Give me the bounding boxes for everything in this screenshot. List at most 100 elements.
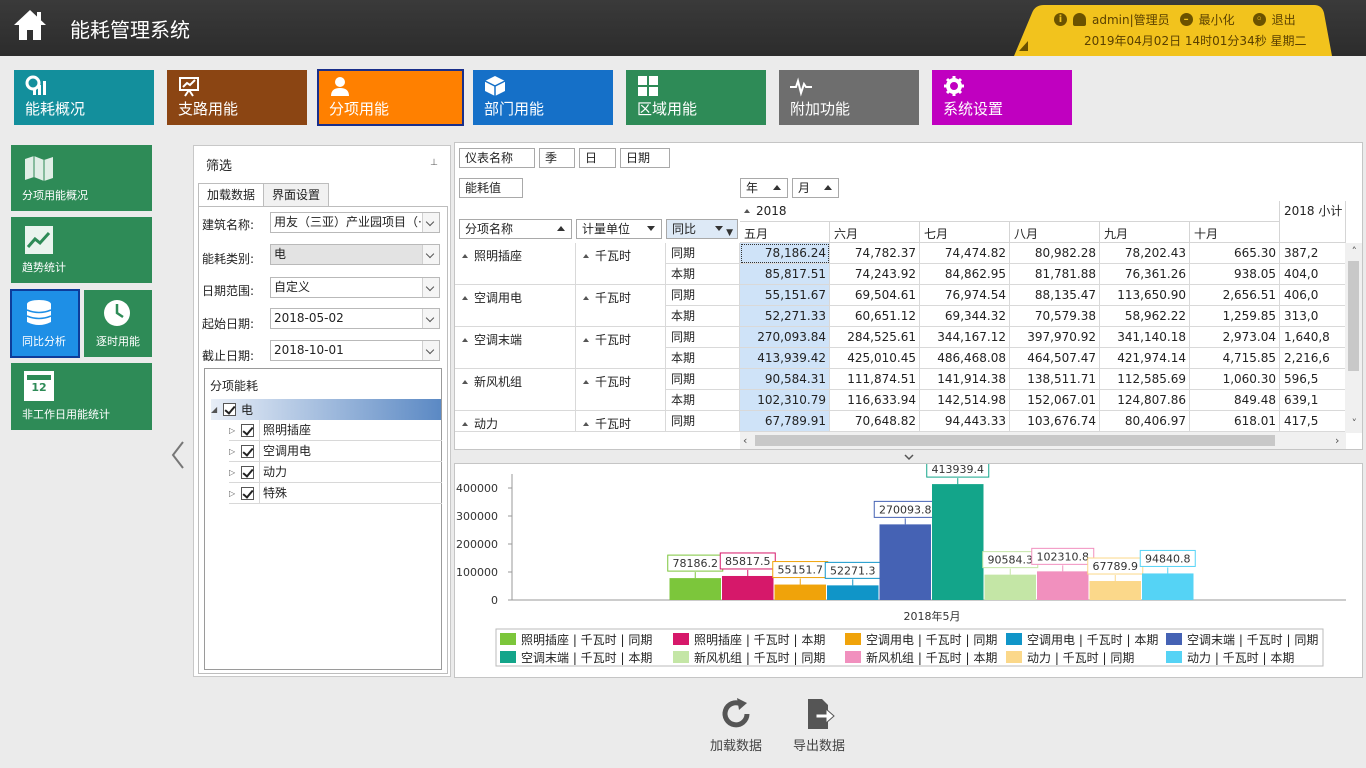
data-field-energy[interactable]: 能耗值 [459,178,523,198]
nav-item-hourly[interactable]: 逐时用能 [84,290,152,357]
tree-node-special[interactable]: ▷ 特殊 [229,482,442,504]
row-group-header[interactable]: 空调末端 [455,327,576,369]
month-header[interactable]: 八月 [1010,222,1100,243]
info-icon[interactable]: i [1054,13,1067,26]
row-group-header[interactable]: 新风机组 [455,369,576,411]
tile-area-energy[interactable]: 区域用能 [626,70,766,125]
table-cell[interactable]: 102,310.79 [740,390,830,411]
minimize-button[interactable]: 最小化 [1199,11,1235,28]
table-cell[interactable]: 344,167.12 [920,327,1010,348]
load-data-button[interactable]: 加载数据 [701,697,771,754]
horizontal-scrollbar[interactable] [740,432,1346,449]
table-cell[interactable]: 413,939.42 [740,348,830,369]
table-cell[interactable]: 69,504.61 [830,285,920,306]
table-cell[interactable]: 486,468.08 [920,348,1010,369]
table-cell[interactable]: 67,789.91 [740,411,830,432]
row-unit-header[interactable]: 千瓦时 [576,369,666,411]
row-group-header[interactable]: 动力 [455,411,576,432]
table-cell[interactable]: 2,216,6 [1280,348,1346,369]
tree-node-electricity[interactable]: ◢ 电 [211,399,441,420]
table-cell[interactable]: 76,361.26 [1100,264,1190,285]
table-cell[interactable]: 2,656.51 [1190,285,1280,306]
collapse-panel-icon[interactable] [170,440,186,470]
nav-item-nonworkday[interactable]: 12 非工作日用能统计 [11,363,152,430]
table-cell[interactable]: 4,715.85 [1190,348,1280,369]
tile-energy-overview[interactable]: 能耗概况 [14,70,154,125]
table-cell[interactable]: 406,0 [1280,285,1346,306]
table-cell[interactable]: 69,344.32 [920,306,1010,327]
filter-field-day[interactable]: 日 [579,148,616,168]
table-cell[interactable]: 113,650.90 [1100,285,1190,306]
row-group-header[interactable]: 照明插座 [455,243,576,285]
table-cell[interactable]: 618.01 [1190,411,1280,432]
table-cell[interactable]: 1,640,8 [1280,327,1346,348]
logout-icon[interactable]: ◦ [1252,13,1266,26]
table-cell[interactable]: 639,1 [1280,390,1346,411]
tab-ui-settings[interactable]: 界面设置 [263,183,330,206]
building-select[interactable]: 用友（三亚）产业园项目（· [270,212,440,233]
checkbox[interactable] [241,444,254,458]
table-cell[interactable]: 421,974.14 [1100,348,1190,369]
table-cell[interactable]: 81,781.88 [1010,264,1100,285]
row-unit-header[interactable]: 千瓦时 [576,327,666,369]
table-cell[interactable]: 111,874.51 [830,369,920,390]
home-icon[interactable] [12,8,48,42]
row-field-unit[interactable]: 计量单位 [576,219,662,239]
table-cell[interactable]: 55,151.67 [740,285,830,306]
table-cell[interactable]: 60,651.12 [830,306,920,327]
export-data-button[interactable]: 导出数据 [784,697,854,754]
month-header[interactable]: 十月 [1190,222,1280,243]
scroll-down-icon[interactable]: ˅ [1352,417,1358,430]
table-cell[interactable]: 124,807.86 [1100,390,1190,411]
table-cell[interactable]: 52,271.33 [740,306,830,327]
pin-icon[interactable]: ⊥ [430,158,438,168]
table-cell[interactable]: 425,010.45 [830,348,920,369]
table-cell[interactable]: 141,914.38 [920,369,1010,390]
table-cell[interactable]: 90,584.31 [740,369,830,390]
table-cell[interactable]: 94,443.33 [920,411,1010,432]
table-cell[interactable]: 464,507.47 [1010,348,1100,369]
row-field-yoy[interactable]: 同比 ▼ [666,219,738,239]
vertical-scrollbar[interactable] [1345,243,1362,433]
tile-department-energy[interactable]: 部门用能 [473,70,613,125]
filter-field-quarter[interactable]: 季 [539,148,575,168]
year-header[interactable]: 2018 [740,201,1280,222]
scroll-up-icon[interactable]: ˄ [1352,245,1358,258]
filter-field-meter[interactable]: 仪表名称 [459,148,535,168]
table-cell[interactable]: 404,0 [1280,264,1346,285]
table-cell[interactable]: 313,0 [1280,306,1346,327]
date-range-select[interactable]: 自定义 [270,277,440,298]
logout-button[interactable]: 退出 [1272,11,1296,28]
checkbox[interactable] [241,465,254,479]
table-cell[interactable]: 80,406.97 [1100,411,1190,432]
table-cell[interactable]: 80,982.28 [1010,243,1100,264]
checkbox[interactable] [241,423,254,437]
table-cell[interactable]: 849.48 [1190,390,1280,411]
minimize-icon[interactable]: – [1179,13,1193,26]
table-cell[interactable]: 665.30 [1190,243,1280,264]
table-cell[interactable]: 1,259.85 [1190,306,1280,327]
month-header[interactable]: 九月 [1100,222,1190,243]
table-cell[interactable]: 78,186.24 [740,243,830,264]
row-unit-header[interactable]: 千瓦时 [576,411,666,432]
start-date-picker[interactable]: 2018-05-02 [270,308,440,329]
tree-node-ac[interactable]: ▷ 空调用电 [229,440,442,462]
row-group-header[interactable]: 空调用电 [455,285,576,327]
table-cell[interactable]: 74,782.37 [830,243,920,264]
scroll-right-icon[interactable]: › [1335,434,1339,447]
table-cell[interactable]: 138,511.71 [1010,369,1100,390]
table-cell[interactable]: 116,633.94 [830,390,920,411]
scroll-left-icon[interactable]: ‹ [743,434,747,447]
category-select[interactable]: 电 [270,244,440,265]
row-unit-header[interactable]: 千瓦时 [576,243,666,285]
month-header[interactable]: 六月 [830,222,920,243]
table-cell[interactable]: 74,243.92 [830,264,920,285]
table-cell[interactable]: 341,140.18 [1100,327,1190,348]
nav-item-yoy-analysis[interactable]: 同比分析 [10,289,80,358]
col-field-year[interactable]: 年 [740,178,788,198]
table-cell[interactable]: 70,648.82 [830,411,920,432]
table-cell[interactable]: 938.05 [1190,264,1280,285]
tile-additional-functions[interactable]: 附加功能 [779,70,919,125]
table-cell[interactable]: 74,474.82 [920,243,1010,264]
table-cell[interactable]: 112,585.69 [1100,369,1190,390]
